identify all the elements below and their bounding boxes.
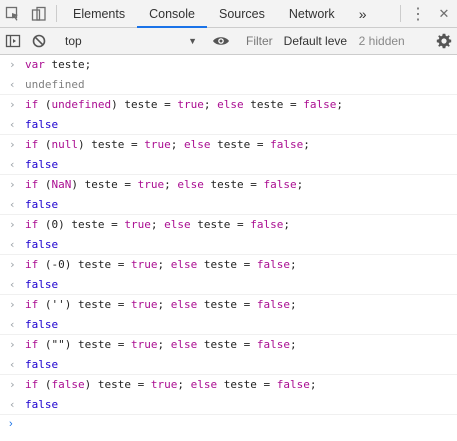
tabbar-divider	[56, 5, 57, 22]
clear-console-icon	[32, 34, 46, 48]
result-chevron-icon: ‹	[9, 117, 16, 131]
console-input-line[interactable]: › if (0) teste = true; else teste = false…	[0, 214, 457, 235]
console-result: false	[25, 277, 59, 291]
live-expression-button[interactable]	[208, 33, 234, 49]
console-result: false	[25, 197, 59, 211]
tab-elements[interactable]: Elements	[61, 0, 137, 27]
prompt-chevron-icon: ›	[9, 418, 13, 430]
console-command: if ('') teste = true; else teste = false…	[25, 298, 297, 311]
close-devtools-button[interactable]: ✕	[431, 0, 457, 27]
more-tabs-button[interactable]: »	[347, 0, 379, 27]
result-chevron-icon: ‹	[9, 237, 16, 251]
console-result-line[interactable]: ‹ false	[0, 195, 457, 215]
input-chevron-icon: ›	[9, 58, 16, 71]
console-result: false	[25, 117, 59, 131]
console-log: › var teste; ‹ undefined › if (undefined) tes…	[0, 55, 457, 414]
result-chevron-icon: ‹	[9, 357, 16, 371]
sidebar-toggle-icon	[5, 34, 21, 48]
tab-console[interactable]: Console	[137, 0, 207, 28]
console-result-line[interactable]: ‹ false	[0, 155, 457, 175]
input-chevron-icon: ›	[9, 258, 16, 271]
console-input-line[interactable]: › if ("") teste = true; else teste = fals…	[0, 334, 457, 355]
console-command: if (undefined) teste = true; else teste …	[25, 98, 343, 111]
console-input-line[interactable]: › if (undefined) teste = true; else teste…	[0, 94, 457, 115]
more-tabs-icon: »	[358, 5, 367, 22]
console-command: if ("") teste = true; else teste = false…	[25, 338, 297, 351]
console-input-line[interactable]: › if (false) teste = true; else teste = f…	[0, 374, 457, 395]
console-input-line[interactable]: › var teste;	[0, 55, 457, 75]
device-toolbar-button[interactable]	[26, 0, 52, 27]
console-settings-button[interactable]	[431, 33, 457, 49]
inspect-element-icon	[5, 6, 18, 21]
eye-icon	[213, 37, 229, 45]
console-result: undefined	[25, 77, 85, 91]
console-result-line[interactable]: ‹ false	[0, 275, 457, 295]
close-icon: ✕	[438, 5, 450, 21]
input-chevron-icon: ›	[9, 378, 16, 391]
console-result: false	[25, 397, 59, 411]
hidden-messages-count: 2 hidden	[358, 34, 405, 48]
input-chevron-icon: ›	[9, 218, 16, 231]
console-result-line[interactable]: ‹ undefined	[0, 75, 457, 95]
devtools-tabbar: Elements Console Sources Network » ⋮ ✕	[0, 0, 457, 28]
console-result-line[interactable]: ‹ false	[0, 315, 457, 335]
console-result: false	[25, 157, 59, 171]
console-result: false	[25, 237, 59, 251]
input-chevron-icon: ›	[9, 178, 16, 191]
input-chevron-icon: ›	[9, 298, 16, 311]
tab-network[interactable]: Network	[277, 0, 347, 27]
console-command: if (0) teste = true; else teste = false;	[25, 218, 290, 231]
chevron-down-icon: ▼	[188, 36, 197, 46]
execution-context-value: top	[65, 34, 82, 48]
console-result-line[interactable]: ‹ false	[0, 355, 457, 375]
console-input-line[interactable]: › if ('') teste = true; else teste = fals…	[0, 294, 457, 315]
console-toolbar: top ▼ Filter Default leve 2 hidden	[0, 28, 457, 55]
input-chevron-icon: ›	[9, 98, 16, 111]
toggle-sidebar-button[interactable]	[0, 33, 26, 49]
console-input-line[interactable]: › if (NaN) teste = true; else teste = fal…	[0, 174, 457, 195]
result-chevron-icon: ‹	[9, 277, 16, 291]
gear-icon	[436, 33, 452, 49]
filter-input[interactable]: Filter	[241, 30, 278, 52]
console-result: false	[25, 357, 59, 371]
console-result: false	[25, 317, 59, 331]
result-chevron-icon: ‹	[9, 157, 16, 171]
result-chevron-icon: ‹	[9, 77, 16, 91]
console-result-line[interactable]: ‹ false	[0, 235, 457, 255]
console-input-line[interactable]: › if (null) teste = true; else teste = fa…	[0, 134, 457, 155]
console-result-line[interactable]: ‹ false	[0, 395, 457, 415]
console-command: if (-0) teste = true; else teste = false…	[25, 258, 297, 271]
clear-console-button[interactable]	[26, 33, 52, 49]
log-levels-label: Default leve	[283, 34, 348, 48]
console-command: if (false) teste = true; else teste = fa…	[25, 378, 317, 391]
console-result-line[interactable]: ‹ false	[0, 115, 457, 135]
kebab-menu-icon: ⋮	[410, 5, 426, 23]
console-command: var teste;	[25, 58, 92, 71]
filter-placeholder: Filter	[246, 34, 273, 48]
console-command: if (NaN) teste = true; else teste = fals…	[25, 178, 304, 191]
input-chevron-icon: ›	[9, 138, 16, 151]
device-toolbar-icon	[31, 6, 46, 21]
inspect-element-button[interactable]	[0, 0, 26, 27]
result-chevron-icon: ‹	[9, 197, 16, 211]
tabbar-divider-right	[400, 5, 401, 22]
input-chevron-icon: ›	[9, 338, 16, 351]
result-chevron-icon: ‹	[9, 317, 16, 331]
devtools-menu-button[interactable]: ⋮	[405, 0, 431, 27]
execution-context-select[interactable]: top ▼	[57, 28, 203, 54]
console-prompt[interactable]: ›	[0, 414, 457, 435]
result-chevron-icon: ‹	[9, 397, 16, 411]
console-command: if (null) teste = true; else teste = fal…	[25, 138, 310, 151]
tab-sources[interactable]: Sources	[207, 0, 277, 27]
log-levels-select[interactable]: Default leve	[278, 34, 348, 48]
tab-strip: Elements Console Sources Network »	[61, 0, 379, 28]
console-input-line[interactable]: › if (-0) teste = true; else teste = fals…	[0, 254, 457, 275]
